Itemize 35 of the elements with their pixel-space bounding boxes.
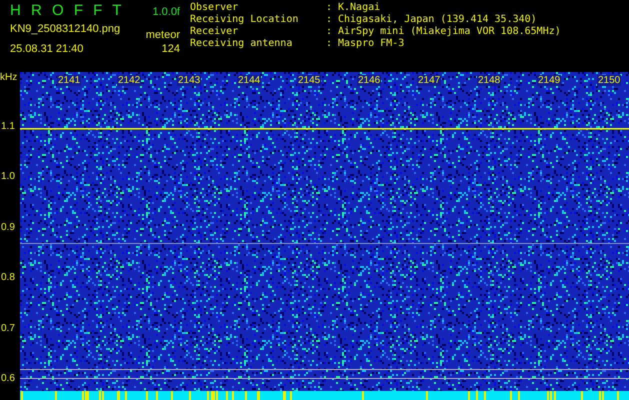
field-value: K.Nagai [338, 2, 380, 14]
axis-tick-label: 2149 [537, 75, 562, 86]
axis-tick-label: 2142 [117, 75, 142, 86]
axis-tick-label: 0.9 [1, 222, 15, 233]
axis-tick-label: 2150 [597, 75, 622, 86]
field-value: Chigasaki, Japan (139.414 35.340) [338, 14, 537, 26]
field-label: Receiving Location [190, 14, 300, 26]
count-label: 124 [162, 43, 180, 55]
axis-tick-label: 0.8 [1, 272, 15, 284]
axis-tick-label: 2146 [357, 75, 382, 86]
mode-label: meteor [146, 29, 180, 41]
axis-tick-label: 0.7 [1, 322, 15, 334]
field-value: AirSpy mini (Miakejima VOR 108.65MHz) [338, 26, 561, 38]
axis-tick-label: 2143 [177, 75, 202, 86]
axis-unit: kHz [0, 72, 18, 83]
axis-tick-label: 1.1 [1, 121, 15, 132]
date-time: 25.08.31 21:40 [10, 43, 84, 55]
field-value: Maspro FM-3 [338, 38, 404, 50]
version-label: 1.0.0f [152, 6, 180, 18]
colon-separator: : [326, 26, 334, 38]
axis-tick-label: 2145 [297, 75, 322, 86]
colon-separator: : [326, 14, 334, 26]
field-label: Receiver [190, 26, 240, 38]
axis-tick-label: 2144 [237, 75, 262, 86]
colon-separator: : [326, 2, 334, 14]
axis-tick-label: 2141 [57, 75, 82, 86]
app-logo: H R O F F T [10, 2, 124, 19]
field-label: Observer [190, 2, 240, 14]
axis-tick-label: 0.6 [1, 373, 15, 384]
colon-separator: : [326, 38, 334, 50]
field-label: Receiving antenna [190, 38, 294, 50]
file-name: KN9_2508312140.png [10, 23, 120, 35]
axis-tick-label: 2147 [417, 75, 442, 86]
axis-tick-label: 2148 [477, 75, 502, 86]
axis-tick-label: 1.0 [1, 171, 15, 182]
